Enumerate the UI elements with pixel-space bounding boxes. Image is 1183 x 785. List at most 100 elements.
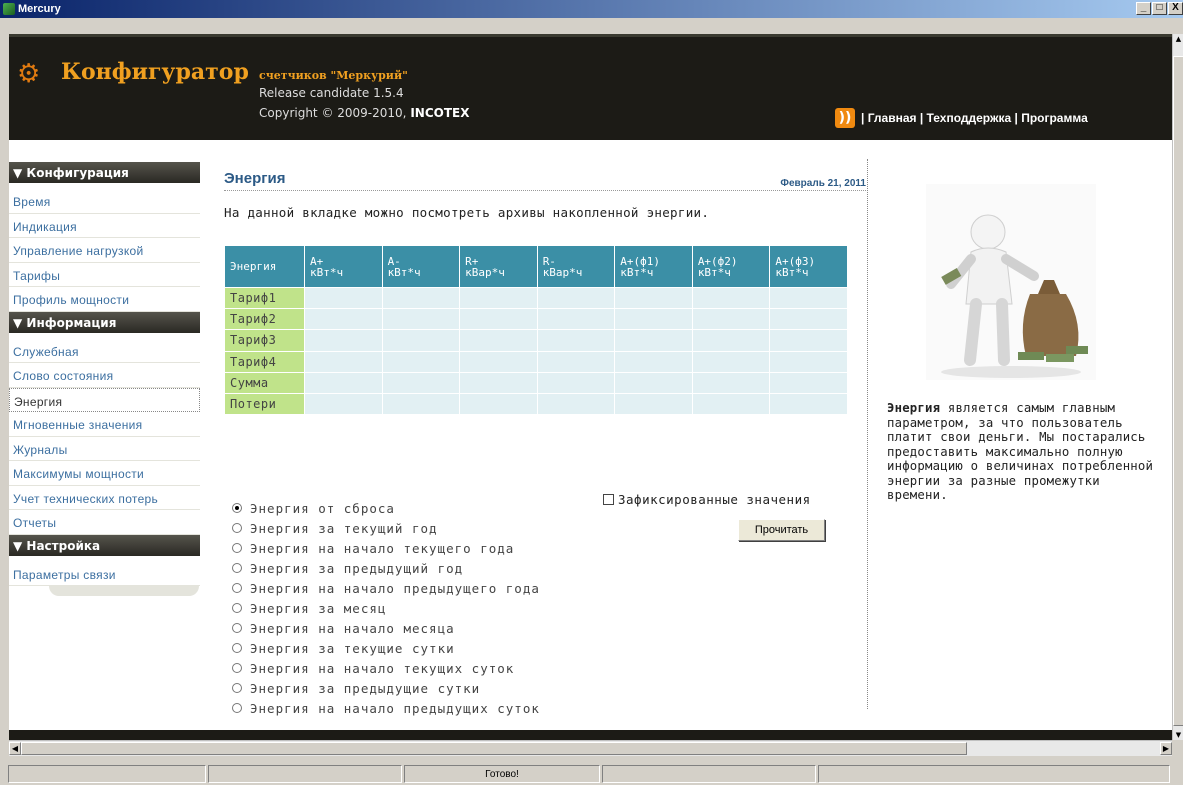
scroll-right-icon[interactable]: ▶ [1160, 742, 1172, 755]
sidebar-item-instant-values[interactable]: Мгновенные значения [9, 412, 200, 437]
sidebar-item-journals[interactable]: Журналы [9, 436, 200, 461]
radio-option[interactable]: Энергия на начало месяца [232, 618, 540, 638]
row-label: Тариф3 [224, 329, 305, 352]
window-title: Mercury [18, 3, 61, 15]
row-label: Сумма [224, 371, 305, 394]
radio-option[interactable]: Энергия за предыдущий год [232, 558, 540, 578]
gears-icon: ⚙ [17, 59, 41, 89]
radio-option[interactable]: Энергия за предыдущие сутки [232, 678, 540, 698]
sidebar-item-power-profile[interactable]: Профиль мощности [9, 287, 200, 312]
column-header: A+(ф3) кВт*ч [769, 245, 848, 288]
nav-support-link[interactable]: Техподдержка [927, 111, 1012, 125]
copyright-prefix: Copyright © 2009-2010, [259, 106, 411, 120]
radio-label[interactable]: Энергия на начало предыдущего года [250, 581, 540, 596]
radio-label[interactable]: Энергия за предыдущие сутки [250, 681, 480, 696]
sidebar-section-configuration[interactable]: ▼ Конфигурация [9, 162, 200, 183]
radio-option[interactable]: Энергия на начало предыдущих суток [232, 698, 540, 718]
radio-icon[interactable] [232, 683, 242, 693]
sidebar-item-tariffs[interactable]: Тарифы [9, 262, 200, 287]
radio-option[interactable]: Энергия за месяц [232, 598, 540, 618]
minimize-button[interactable]: _ [1136, 2, 1151, 15]
header-unit: кВт*ч [620, 265, 654, 279]
status-panel [8, 765, 206, 783]
column-header: R+ кВар*ч [459, 245, 538, 288]
read-button[interactable]: Прочитать [738, 519, 825, 541]
radio-icon[interactable] [232, 663, 242, 673]
radio-label[interactable]: Энергия на начало месяца [250, 621, 455, 636]
radio-icon[interactable] [232, 543, 242, 553]
sidebar-item-status-word[interactable]: Слово состояния [9, 363, 200, 388]
scroll-left-icon[interactable]: ◀ [9, 742, 21, 755]
horizontal-scroll-thumb[interactable] [21, 742, 967, 755]
rss-icon[interactable]: )) [835, 108, 855, 128]
site-header: ⚙ Конфигуратор счетчиков "Меркурий" Rele… [9, 34, 1172, 140]
radio-label[interactable]: Энергия от сброса [250, 501, 395, 516]
radio-icon[interactable] [232, 563, 242, 573]
header-unit: кВт*ч [697, 265, 731, 279]
aside-text: Энергия является самым главным параметро… [887, 401, 1162, 503]
close-button[interactable]: X [1168, 2, 1183, 15]
column-header: A+(ф2) кВт*ч [691, 245, 771, 288]
nav-home-link[interactable]: Главная [868, 111, 917, 125]
nav-separator: | [861, 111, 868, 125]
aside-bold: Энергия [887, 401, 941, 415]
radio-option[interactable]: Энергия на начало предыдущего года [232, 578, 540, 598]
top-nav: | Главная | Техподдержка | Программа [861, 111, 1088, 125]
checkbox-icon[interactable] [603, 494, 614, 505]
radio-label[interactable]: Энергия за месяц [250, 601, 386, 616]
scroll-down-icon[interactable]: ▼ [1173, 730, 1183, 740]
nav-program-link[interactable]: Программа [1021, 111, 1088, 125]
radio-icon[interactable] [232, 523, 242, 533]
maximize-button[interactable]: □ [1152, 2, 1167, 15]
sidebar-item-connection-params[interactable]: Параметры связи [9, 561, 200, 586]
vertical-scrollbar[interactable]: ▲ ▼ [1172, 34, 1183, 740]
window-titlebar[interactable]: Mercury _ □ X [0, 0, 1183, 18]
radio-label[interactable]: Энергия на начало текущего года [250, 541, 514, 556]
radio-option[interactable]: Энергия от сброса [232, 498, 540, 518]
radio-label[interactable]: Энергия за текущий год [250, 521, 438, 536]
money-man-illustration [926, 184, 1096, 380]
sidebar-item-service[interactable]: Служебная [9, 338, 200, 363]
page-date: Февраль 21, 2011 [780, 178, 866, 189]
checkbox-label[interactable]: Зафиксированные значения [618, 492, 811, 507]
radio-icon[interactable] [232, 643, 242, 653]
release-text: Release candidate 1.5.4 [259, 86, 404, 100]
sidebar-item-technical-losses[interactable]: Учет технических потерь [9, 485, 200, 510]
column-divider [867, 159, 868, 709]
sidebar-item-energy[interactable]: Энергия [9, 387, 200, 412]
radio-option[interactable]: Энергия за текущие сутки [232, 638, 540, 658]
app-subtitle: счетчиков "Меркурий" [259, 69, 408, 82]
radio-icon[interactable] [232, 703, 242, 713]
radio-icon[interactable] [232, 583, 242, 593]
radio-option[interactable]: Энергия на начало текущего года [232, 538, 540, 558]
sidebar-item-time[interactable]: Время [9, 189, 200, 214]
radio-label[interactable]: Энергия на начало текущих суток [250, 661, 514, 676]
sidebar-item-reports[interactable]: Отчеты [9, 510, 200, 535]
radio-label[interactable]: Энергия на начало предыдущих суток [250, 701, 540, 716]
energy-options: Энергия от сброса Энергия за текущий год… [232, 498, 540, 718]
sidebar-section-information[interactable]: ▼ Информация [9, 311, 200, 333]
horizontal-scrollbar[interactable]: ◀ ▶ [9, 740, 1172, 756]
nav-separator: | [1011, 111, 1022, 125]
status-panel [208, 765, 402, 783]
fixed-values-checkbox[interactable]: Зафиксированные значения [603, 492, 811, 507]
sidebar-item-indication[interactable]: Индикация [9, 213, 200, 238]
radio-label[interactable]: Энергия за текущие сутки [250, 641, 455, 656]
app-icon [3, 3, 15, 15]
table-row: Сумма [224, 371, 848, 394]
radio-icon[interactable] [232, 603, 242, 613]
table-row: Тариф2 [224, 308, 848, 331]
vertical-scroll-thumb[interactable] [1173, 56, 1183, 726]
scroll-up-icon[interactable]: ▲ [1173, 34, 1183, 44]
radio-option[interactable]: Энергия на начало текущих суток [232, 658, 540, 678]
radio-option[interactable]: Энергия за текущий год [232, 518, 540, 538]
status-panel [818, 765, 1170, 783]
row-label: Тариф4 [224, 350, 305, 373]
energy-table: Энергия A+ кВт*ч A-кВт*ч R+ кВар*ч R-кВар*… [224, 245, 848, 416]
radio-selected-icon[interactable] [232, 503, 242, 513]
sidebar-section-settings[interactable]: ▼ Настройка [9, 534, 200, 556]
radio-label[interactable]: Энергия за предыдущий год [250, 561, 463, 576]
sidebar-item-load-control[interactable]: Управление нагрузкой [9, 238, 200, 263]
radio-icon[interactable] [232, 623, 242, 633]
sidebar-item-power-maximums[interactable]: Максимумы мощности [9, 461, 200, 486]
